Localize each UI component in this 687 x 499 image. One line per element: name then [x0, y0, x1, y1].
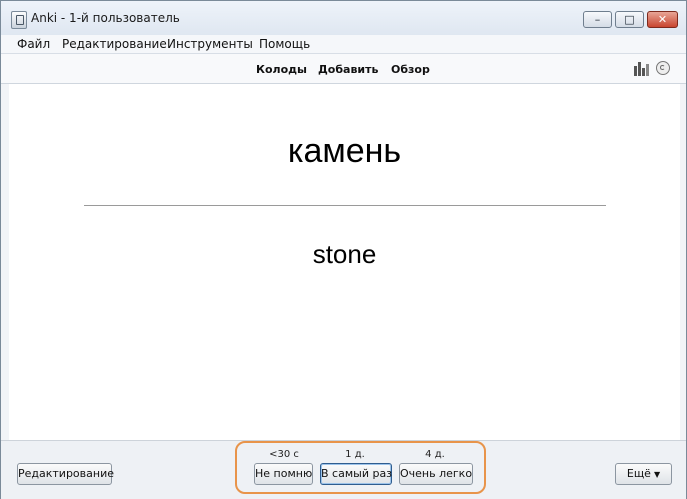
answer-good-button[interactable]: В самый раз: [320, 463, 392, 485]
stats-icon[interactable]: [634, 62, 649, 76]
card-back-text: stone: [312, 239, 377, 269]
nav-browse-link[interactable]: Обзор: [391, 63, 430, 76]
more-button-label: Ещё: [626, 467, 651, 480]
minimize-button[interactable]: –: [583, 11, 612, 28]
window-title: Anki - 1-й пользователь: [31, 11, 180, 25]
top-toolbar: Колоды Добавить Обзор: [1, 53, 686, 84]
card-view: камень stone: [9, 84, 680, 440]
interval-good: 1 д.: [345, 449, 365, 460]
menu-edit[interactable]: Редактирование: [62, 35, 167, 53]
minimize-icon: –: [594, 13, 601, 26]
close-button[interactable]: ✕: [647, 11, 678, 28]
maximize-icon: □: [624, 13, 635, 26]
title-bar: Anki - 1-й пользователь – □ ✕: [1, 1, 686, 35]
menu-file[interactable]: Файл: [17, 35, 50, 53]
interval-easy: 4 д.: [425, 449, 445, 460]
dropdown-arrow-icon: ▼: [653, 470, 661, 479]
close-icon: ✕: [657, 13, 668, 26]
sync-icon[interactable]: [656, 61, 670, 75]
answer-again-button[interactable]: Не помню: [254, 463, 313, 485]
anki-app-icon: [11, 11, 27, 29]
answer-easy-button[interactable]: Очень легко: [399, 463, 473, 485]
bottom-bar: Редактирование <30 с 1 д. 4 д. Не помню …: [1, 440, 686, 499]
menu-bar: Файл Редактирование Инструменты Помощь: [1, 35, 686, 53]
interval-again: <30 с: [269, 449, 299, 460]
anki-window: Anki - 1-й пользователь – □ ✕ Файл Редак…: [0, 0, 687, 499]
menu-tools[interactable]: Инструменты: [167, 35, 253, 53]
answer-divider: [84, 205, 606, 206]
menu-help[interactable]: Помощь: [259, 35, 310, 53]
card-front-text: камень: [287, 132, 402, 170]
nav-add-link[interactable]: Добавить: [318, 63, 378, 76]
more-button[interactable]: Ещё ▼: [615, 463, 672, 485]
edit-card-button[interactable]: Редактирование: [17, 463, 114, 485]
nav-decks-link[interactable]: Колоды: [256, 63, 307, 76]
maximize-button[interactable]: □: [615, 11, 644, 28]
